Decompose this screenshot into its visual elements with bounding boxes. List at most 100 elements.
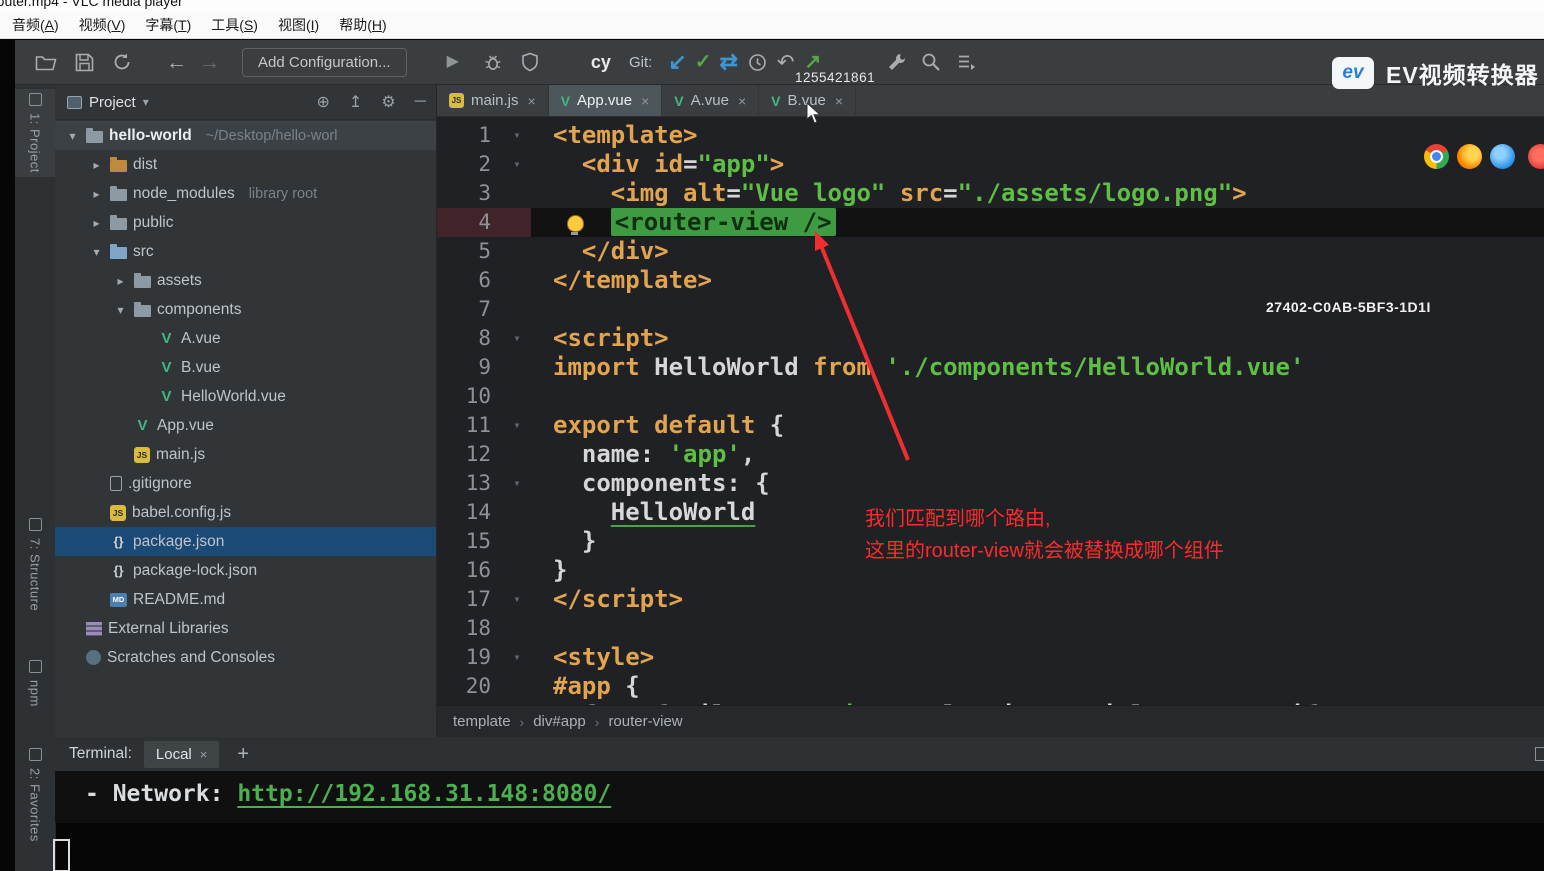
tree-chevron-icon[interactable]: ▸ [89, 158, 104, 172]
stripe-tab-structure[interactable]: 7: Structure [15, 518, 55, 611]
debug-icon[interactable] [483, 52, 503, 72]
vlc-menu-i[interactable]: 视图(I) [268, 12, 329, 38]
tree-item-a-vue[interactable]: V A.vue [55, 324, 436, 353]
search-everywhere-icon[interactable] [921, 52, 941, 72]
git-commit-icon[interactable]: ✓ [695, 52, 712, 72]
hide-panel-icon[interactable]: ─ [415, 93, 426, 111]
terminal-output-line: - Network: http://192.168.31.148:8080/ [55, 771, 1544, 807]
tool-windows-icon[interactable] [957, 53, 977, 71]
tree-chevron-icon[interactable]: ▸ [89, 216, 104, 230]
fold-marker-icon[interactable]: ▾ [503, 121, 531, 150]
fold-gutter [503, 614, 531, 643]
history-icon[interactable] [748, 53, 767, 72]
wrench-icon[interactable] [887, 52, 907, 72]
fold-gutter [503, 208, 531, 237]
run-icon[interactable]: ▶ [447, 54, 459, 70]
sync-icon[interactable] [112, 52, 132, 72]
tree-item-package-lock-json[interactable]: {} package-lock.json [55, 556, 436, 585]
git-compare-icon[interactable]: ⇄ [719, 51, 737, 73]
collapse-all-icon[interactable]: ↥ [349, 92, 362, 112]
tree-item-public[interactable]: ▸ public [55, 208, 436, 237]
settings-gear-icon[interactable]: ⚙ [381, 92, 395, 112]
forward-icon[interactable]: → [199, 52, 220, 73]
locate-file-icon[interactable]: ⊕ [317, 92, 330, 112]
ev-watermark: ev EV视频转换器 [1332, 56, 1539, 90]
vlc-menu-v[interactable]: 视频(V) [69, 12, 136, 38]
git-label: Git: [628, 53, 653, 71]
tree-item-assets[interactable]: ▸ assets [55, 266, 436, 295]
breadcrumb-item-router-view[interactable]: router-view [608, 713, 682, 730]
tree-chevron-icon[interactable]: ▸ [89, 187, 104, 201]
vlc-menu-h[interactable]: 帮助(H) [329, 12, 396, 38]
fold-gutter [503, 353, 531, 382]
tab-close-icon[interactable]: × [528, 93, 536, 109]
stripe-tab-favorites[interactable]: 2: Favorites [15, 748, 55, 842]
tab-close-icon[interactable]: × [641, 93, 649, 109]
tree-item-babel-config-js[interactable]: JS babel.config.js [55, 498, 436, 527]
tree-item-external-libraries[interactable]: External Libraries [55, 614, 436, 643]
line-number: 12 [465, 442, 491, 466]
tab-close-icon[interactable]: × [738, 93, 746, 109]
tree-item-hello-world[interactable]: ▾ hello-world ~/Desktop/hello-worl [55, 121, 436, 150]
firefox-icon[interactable] [1457, 144, 1482, 169]
back-icon[interactable]: ← [166, 52, 187, 73]
tree-item-dist[interactable]: ▸ dist [55, 150, 436, 179]
terminal-tab-local[interactable]: Local × [143, 740, 220, 768]
tree-item-package-json[interactable]: {} package.json [55, 527, 436, 556]
fold-marker-icon[interactable]: ▾ [503, 411, 531, 440]
project-panel-title[interactable]: Project [89, 94, 136, 111]
fold-marker-icon[interactable]: ▾ [503, 585, 531, 614]
editor-tab-a-vue[interactable]: V A.vue × [662, 85, 760, 116]
tree-chevron-icon[interactable]: ▾ [89, 245, 104, 259]
fold-marker-icon[interactable]: ▾ [503, 643, 531, 672]
ie-browser-icon[interactable] [1490, 144, 1515, 169]
git-push-icon[interactable]: ↗ [805, 52, 822, 72]
tree-chevron-icon[interactable]: ▾ [65, 129, 80, 143]
tree-item-label: package.json [133, 532, 225, 550]
editor-tab-app-vue[interactable]: V App.vue × [548, 85, 663, 116]
editor-tab-main-js[interactable]: JS main.js × [437, 85, 549, 116]
tree-item-app-vue[interactable]: V App.vue [55, 411, 436, 440]
vlc-menu-t[interactable]: 字幕(T) [135, 12, 201, 38]
vlc-menu-a[interactable]: 音频(A) [2, 12, 69, 38]
stripe-tab-npm[interactable]: npm [15, 660, 55, 707]
intention-bulb-icon[interactable] [567, 215, 584, 235]
fold-marker-icon[interactable]: ▾ [503, 324, 531, 353]
fold-marker-icon[interactable]: ▾ [503, 150, 531, 179]
tree-item-gitignore[interactable]: .gitignore [55, 469, 436, 498]
git-update-icon[interactable]: ↙ [668, 51, 686, 73]
tree-item-scratches-and-consoles[interactable]: Scratches and Consoles [55, 643, 436, 672]
network-url-link[interactable]: http://192.168.31.148:8080/ [237, 781, 611, 807]
scratches-icon [86, 650, 101, 665]
add-configuration-button[interactable]: Add Configuration... [242, 47, 407, 77]
tree-item-helloworld-vue[interactable]: V HelloWorld.vue [55, 382, 436, 411]
tree-item-readme-md[interactable]: MD README.md [55, 585, 436, 614]
chevron-down-icon[interactable]: ▾ [143, 95, 149, 109]
undo-icon[interactable]: ↶ [777, 52, 795, 73]
tree-item-components[interactable]: ▾ components [55, 295, 436, 324]
tree-chevron-icon[interactable]: ▾ [113, 303, 128, 317]
open-icon[interactable] [35, 54, 57, 71]
breadcrumb-item-template[interactable]: template [453, 713, 511, 730]
save-all-icon[interactable] [75, 53, 94, 72]
vlc-menu-s[interactable]: 工具(S) [201, 12, 268, 38]
breadcrumb-item-div-app[interactable]: div#app [533, 713, 586, 730]
tree-item-main-js[interactable]: JS main.js [55, 440, 436, 469]
tree-chevron-icon[interactable]: ▸ [113, 274, 128, 288]
tab-close-icon[interactable]: × [200, 747, 208, 762]
terminal-options-icon[interactable] [1535, 747, 1544, 761]
new-terminal-icon[interactable]: + [237, 743, 249, 766]
tab-close-icon[interactable]: × [835, 93, 843, 109]
terminal-tab-label: Local [155, 745, 192, 763]
tree-item-node-modules[interactable]: ▸ node_modules library root [55, 179, 436, 208]
stripe-tab-project[interactable]: 1: Project [15, 89, 55, 177]
coverage-icon[interactable] [521, 52, 539, 72]
ide-toolbar: ← → Add Configuration... ▶ cy Git: ↙ ✓ ⇄… [15, 40, 1544, 85]
fold-marker-icon[interactable]: ▾ [503, 469, 531, 498]
tree-item-src[interactable]: ▾ src [55, 237, 436, 266]
excluded-folder-icon [110, 157, 127, 172]
chrome-icon[interactable] [1424, 144, 1449, 169]
tree-item-b-vue[interactable]: V B.vue [55, 353, 436, 382]
tab-label: A.vue [690, 92, 729, 109]
